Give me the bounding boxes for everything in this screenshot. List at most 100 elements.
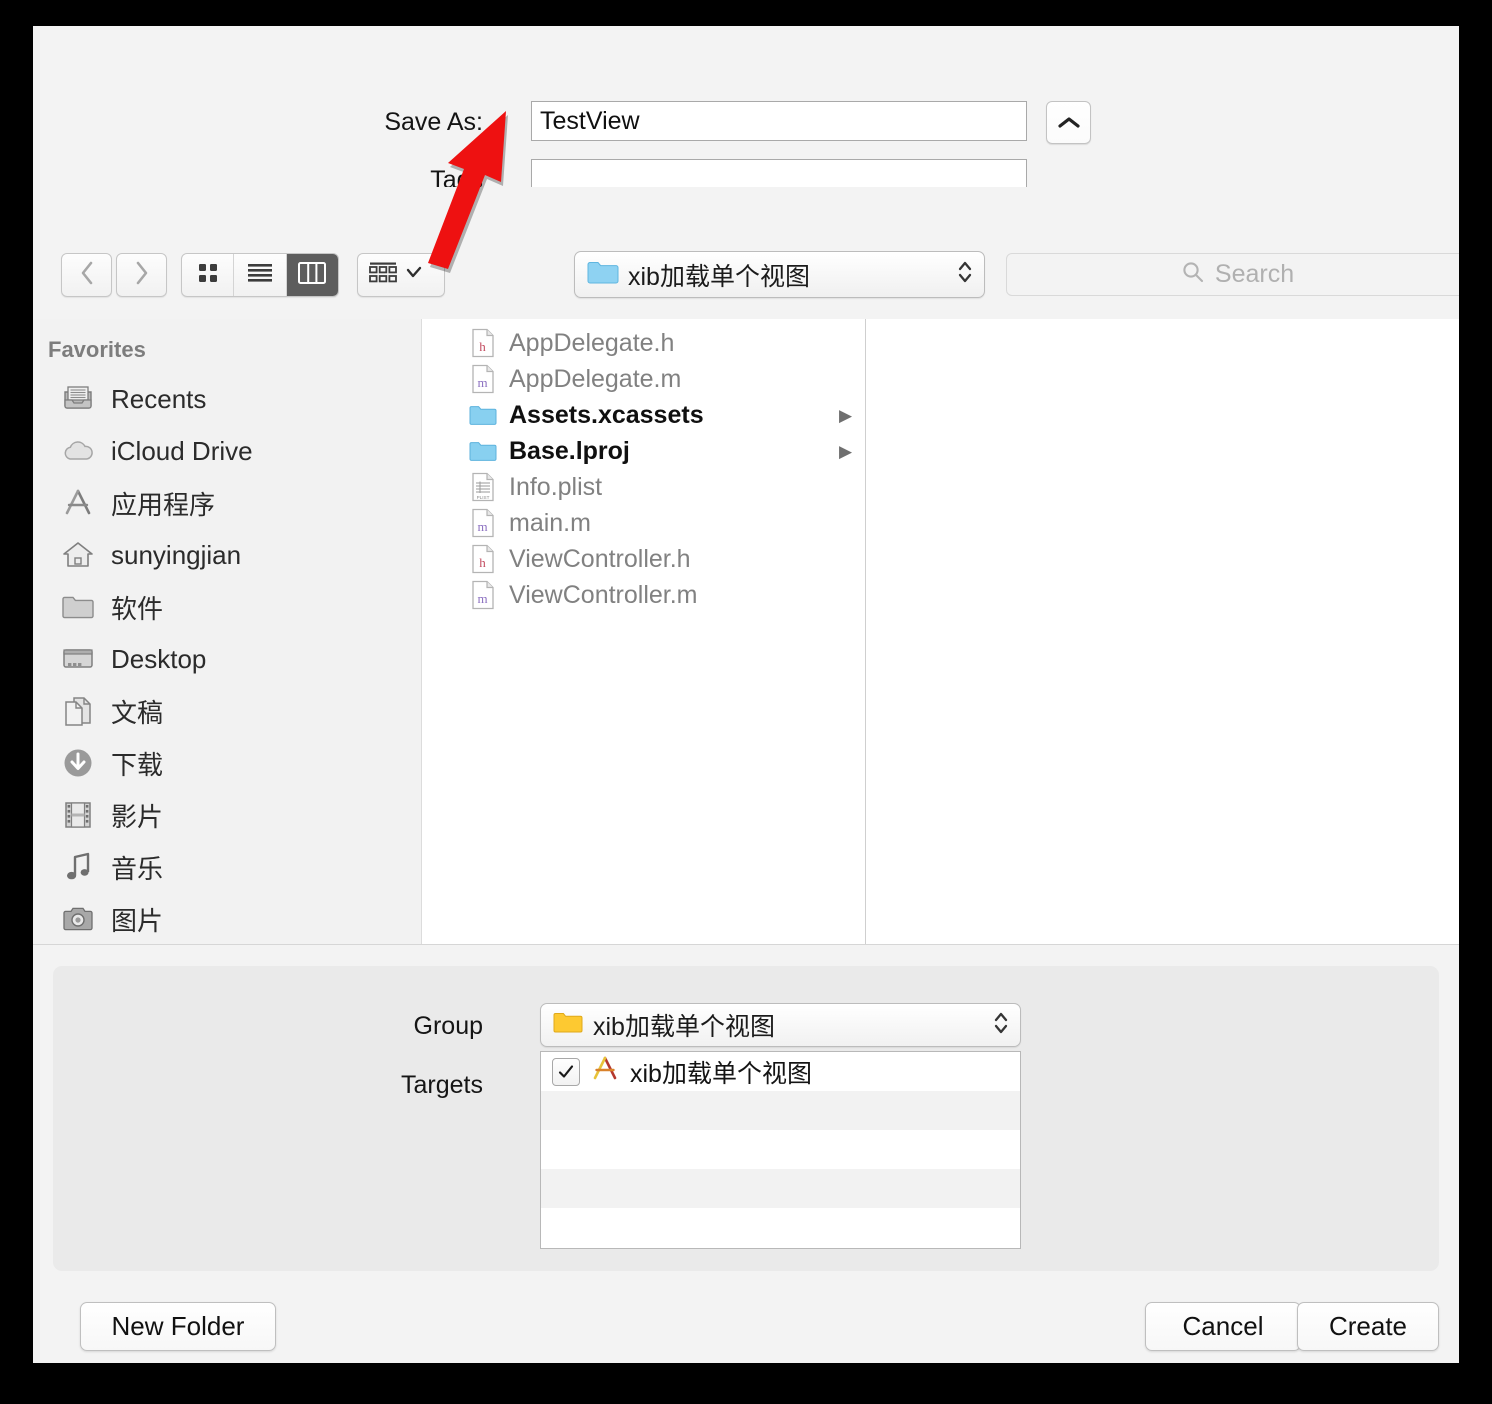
columns-icon: [298, 261, 327, 289]
save-as-input[interactable]: TestView: [531, 101, 1027, 141]
sidebar-item-label: sunyingjian: [111, 539, 242, 570]
chevron-up-icon: [1057, 115, 1081, 131]
sidebar: Favorites Recents iCloud Drive 应用程序 suny…: [33, 319, 422, 944]
arrange-by-icon: [368, 261, 398, 290]
cancel-button[interactable]: Cancel: [1145, 1302, 1301, 1351]
targets-label: Targets: [401, 1071, 483, 1099]
file-name: Info.plist: [509, 472, 603, 501]
target-checkbox[interactable]: [552, 1057, 580, 1086]
file-row[interactable]: Base.lproj ▶: [423, 433, 865, 469]
arrange-by-button[interactable]: [357, 253, 445, 297]
target-label: xib加载单个视图: [630, 1059, 812, 1088]
browser-column-2[interactable]: [867, 319, 1459, 944]
downloads-icon: [61, 746, 95, 780]
file-row[interactable]: h AppDelegate.h: [423, 325, 865, 361]
file-name: AppDelegate.m: [509, 364, 682, 393]
browser-column-1: h AppDelegate.h m AppDelegate.m Assets.x…: [423, 319, 866, 944]
view-mode-segmented-control[interactable]: [181, 253, 339, 297]
list-icon: [247, 262, 273, 289]
sidebar-item-documents[interactable]: 文稿: [33, 685, 421, 737]
sidebar-item-label: 下载: [111, 749, 164, 780]
file-row[interactable]: h ViewController.h: [423, 541, 865, 577]
group-popup-label: xib加载单个视图: [593, 1013, 775, 1041]
accessory-panel: Group xib加载单个视图 Targets xib加载单个视图: [33, 944, 1459, 1290]
desktop-icon: [61, 642, 95, 676]
group-popup-button[interactable]: xib加载单个视图: [540, 1003, 1021, 1047]
chevron-left-icon: [79, 260, 95, 291]
sidebar-item-label: Desktop: [111, 643, 207, 674]
m-file-icon: m: [469, 507, 497, 539]
svg-text:h: h: [479, 555, 486, 570]
svg-text:m: m: [477, 519, 487, 534]
folder-icon: [469, 435, 497, 467]
sidebar-item-label: 文稿: [111, 697, 164, 728]
sidebar-item-icloud-drive[interactable]: iCloud Drive: [33, 425, 421, 477]
svg-text:m: m: [477, 591, 487, 606]
documents-icon: [61, 694, 95, 728]
sidebar-item-label: 图片: [111, 905, 164, 936]
sidebar-item-downloads[interactable]: 下载: [33, 737, 421, 789]
sidebar-item-home[interactable]: sunyingjian: [33, 529, 421, 581]
target-row-empty: [541, 1169, 1020, 1208]
create-button[interactable]: Create: [1297, 1302, 1439, 1351]
icon-view-button[interactable]: [182, 254, 235, 296]
file-row[interactable]: PLIST Info.plist: [423, 469, 865, 505]
icloud-icon: [61, 434, 95, 468]
music-icon: [61, 850, 95, 884]
target-row-empty: [541, 1091, 1020, 1130]
xcode-icon: [590, 1055, 620, 1088]
sidebar-item-label: iCloud Drive: [111, 435, 253, 466]
file-name: Base.lproj: [509, 436, 630, 465]
file-row[interactable]: m AppDelegate.m: [423, 361, 865, 397]
sidebar-item-desktop[interactable]: Desktop: [33, 633, 421, 685]
sidebar-item-label: 软件: [111, 593, 164, 624]
file-row[interactable]: m main.m: [423, 505, 865, 541]
folder-icon: [61, 590, 95, 624]
sidebar-item-movies[interactable]: 影片: [33, 789, 421, 841]
plist-file-icon: PLIST: [469, 471, 497, 503]
sidebar-item-pictures[interactable]: 图片: [33, 893, 421, 944]
search-icon: [1181, 260, 1205, 289]
chevron-down-icon: [405, 266, 423, 285]
grid-icon: [196, 261, 220, 290]
file-row[interactable]: Assets.xcassets ▶: [423, 397, 865, 433]
sidebar-item-software-folder[interactable]: 软件: [33, 581, 421, 633]
new-folder-button[interactable]: New Folder: [80, 1302, 276, 1351]
pictures-icon: [61, 902, 95, 936]
screenshot-root: Save As: TestView Tags xib加载单个视图 Search …: [0, 0, 1492, 1404]
file-name: main.m: [509, 508, 591, 537]
search-placeholder: Search: [1214, 260, 1295, 288]
forward-button[interactable]: [116, 253, 167, 297]
sidebar-item-label: Recents: [111, 383, 207, 414]
save-as-label: Save As:: [384, 108, 483, 136]
target-row[interactable]: xib加载单个视图: [541, 1052, 1020, 1091]
folder-icon: [587, 259, 619, 290]
back-button[interactable]: [61, 253, 112, 297]
up-down-chevron-icon: [956, 257, 974, 292]
sidebar-section-header: Favorites: [48, 337, 146, 362]
target-row-empty: [541, 1208, 1020, 1247]
sidebar-item-music[interactable]: 音乐: [33, 841, 421, 893]
save-dialog: Save As: TestView Tags xib加载单个视图 Search …: [33, 26, 1459, 1363]
search-field[interactable]: Search: [1006, 253, 1459, 296]
file-browser: Favorites Recents iCloud Drive 应用程序 suny…: [33, 319, 1459, 944]
sidebar-item-recents[interactable]: Recents: [33, 373, 421, 425]
h-file-icon: h: [469, 327, 497, 359]
list-view-button[interactable]: [234, 254, 287, 296]
applications-icon: [61, 486, 95, 520]
path-popup-label: xib加载单个视图: [628, 262, 810, 291]
browser-toolbar: xib加载单个视图 Search: [33, 187, 1459, 320]
file-name: AppDelegate.h: [509, 328, 675, 357]
sidebar-item-applications[interactable]: 应用程序: [33, 477, 421, 529]
expand-collapse-button[interactable]: [1046, 101, 1091, 144]
target-row-empty: [541, 1130, 1020, 1169]
home-icon: [61, 538, 95, 572]
path-popup-button[interactable]: xib加载单个视图: [574, 251, 985, 298]
disclosure-triangle-icon: ▶: [839, 405, 853, 425]
targets-table[interactable]: xib加载单个视图: [540, 1051, 1021, 1249]
file-row[interactable]: m ViewController.m: [423, 577, 865, 613]
file-name: ViewController.m: [509, 580, 698, 609]
disclosure-triangle-icon: ▶: [839, 441, 853, 461]
chevron-right-icon: [134, 260, 150, 291]
column-view-button[interactable]: [286, 254, 338, 296]
